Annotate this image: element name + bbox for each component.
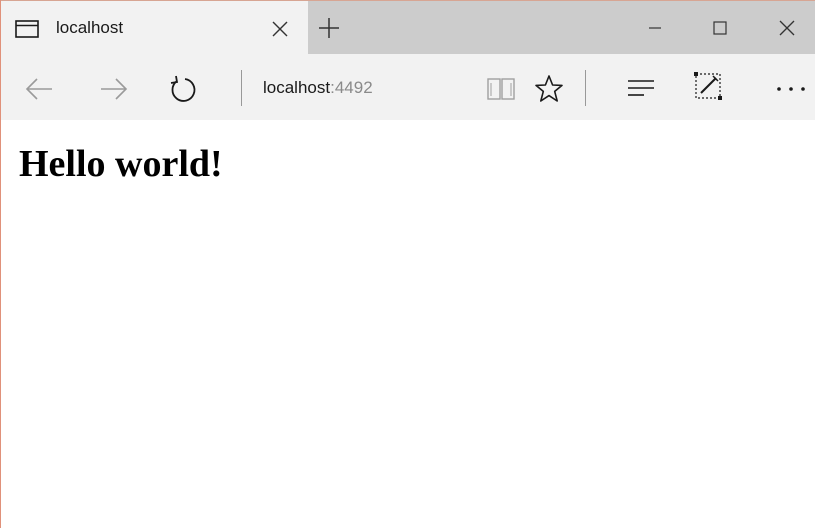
toolbar-divider — [241, 70, 242, 106]
forward-arrow-icon[interactable] — [99, 74, 129, 104]
close-window-icon[interactable] — [777, 18, 797, 38]
address-port: :4492 — [330, 78, 373, 97]
page-content: Hello world! — [1, 120, 815, 528]
star-icon[interactable] — [534, 74, 564, 104]
tab-title: localhost — [56, 18, 124, 37]
maximize-icon[interactable] — [710, 18, 730, 38]
minimize-icon[interactable] — [645, 18, 665, 38]
page-heading: Hello world! — [19, 143, 223, 185]
navigation-bar: localhost:4492 — [1, 54, 815, 120]
ellipsis-icon[interactable] — [774, 84, 808, 94]
back-arrow-icon[interactable] — [24, 74, 54, 104]
book-icon[interactable] — [486, 76, 516, 102]
new-tab-plus-icon[interactable] — [316, 15, 342, 41]
pen-note-icon[interactable] — [693, 71, 723, 101]
browser-tab[interactable]: localhost — [1, 1, 308, 55]
address-field[interactable]: localhost:4492 — [263, 78, 373, 98]
browser-tab-icon — [15, 20, 39, 38]
toolbar-divider — [585, 70, 586, 106]
close-tab-icon[interactable] — [269, 18, 291, 40]
refresh-icon[interactable] — [168, 74, 198, 104]
address-host: localhost — [263, 78, 331, 97]
browser-window: localhost localhost:4492 Hello world! — [0, 0, 815, 528]
title-bar: localhost — [1, 0, 815, 55]
hub-lines-icon[interactable] — [626, 76, 656, 102]
